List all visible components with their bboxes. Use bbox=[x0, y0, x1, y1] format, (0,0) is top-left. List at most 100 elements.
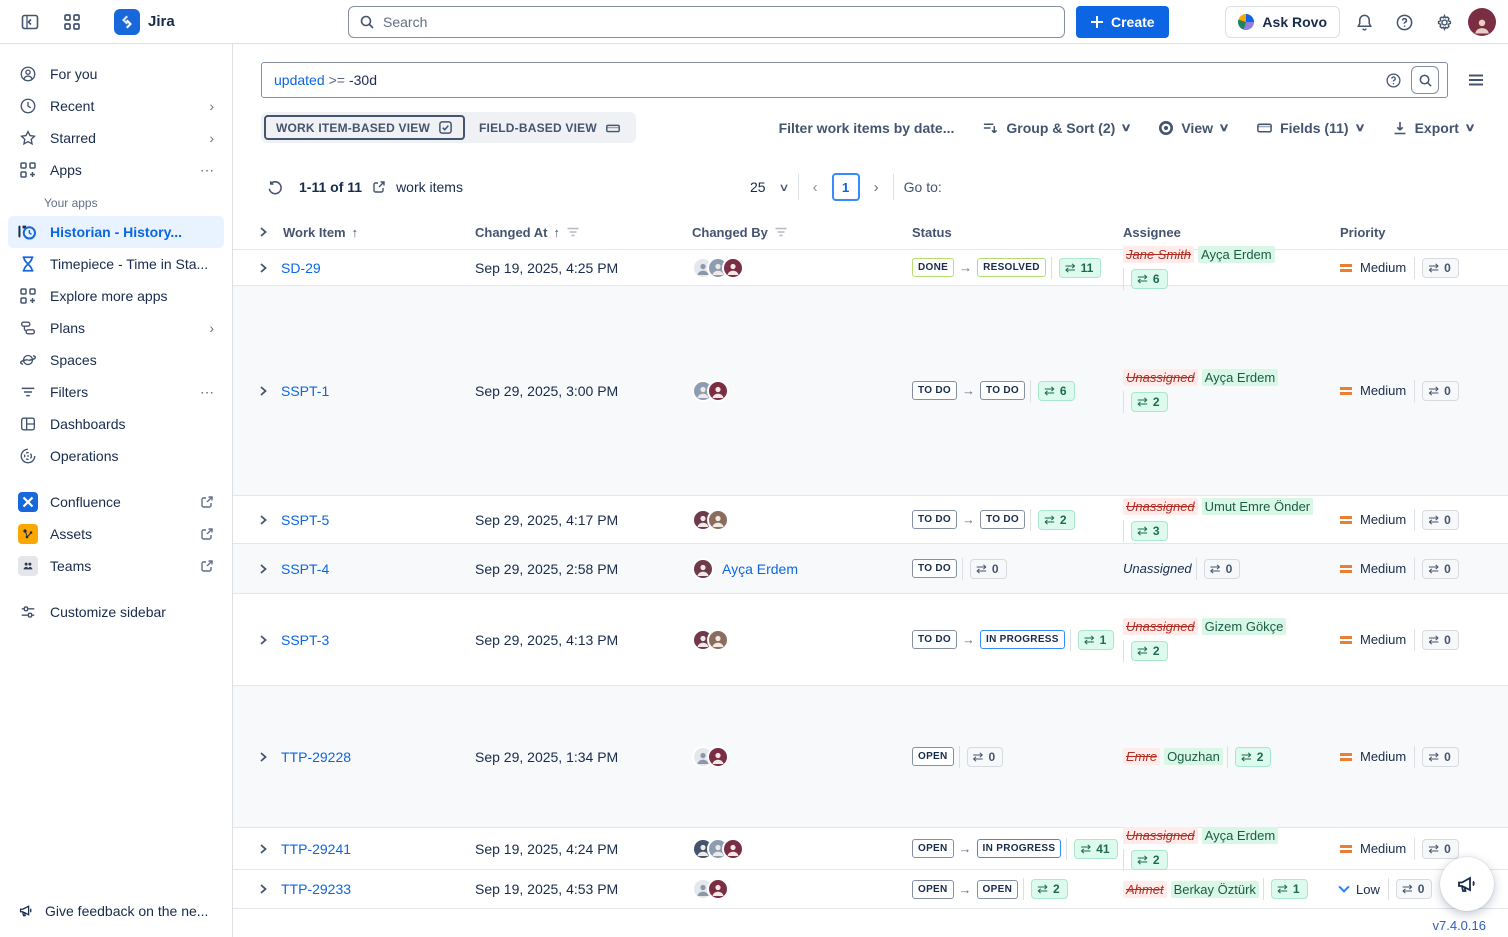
create-button[interactable]: Create bbox=[1076, 6, 1169, 38]
avatar[interactable] bbox=[722, 257, 744, 279]
jira-logo[interactable]: Jira bbox=[114, 9, 175, 35]
status-arrow-icon: → bbox=[962, 383, 975, 398]
assignee-change-count-badge: ⇄6 bbox=[1131, 269, 1168, 289]
work-item-link[interactable]: TTP-29233 bbox=[281, 881, 351, 897]
avatar[interactable] bbox=[707, 629, 729, 651]
group-sort-button[interactable]: Group & Sort (2)∨ bbox=[982, 120, 1130, 136]
query-help-icon[interactable] bbox=[1379, 66, 1407, 94]
more-dots-icon[interactable]: ⋯ bbox=[200, 384, 214, 401]
sidebar-item-apps[interactable]: Apps ⋯ bbox=[8, 154, 224, 186]
work-item-link[interactable]: TTP-29241 bbox=[281, 841, 351, 857]
sidebar-item-plans[interactable]: Plans › bbox=[8, 312, 224, 344]
table-row[interactable]: TTP-29233 Sep 19, 2025, 4:53 PM OPEN → O… bbox=[233, 869, 1508, 909]
sidebar-item-timepiece[interactable]: Timepiece - Time in Sta... bbox=[8, 248, 224, 280]
changed-by-name-link[interactable]: Ayça Erdem bbox=[722, 561, 798, 577]
sort-asc-icon[interactable]: ↑ bbox=[553, 225, 560, 240]
sidebar-item-starred[interactable]: Starred › bbox=[8, 122, 224, 154]
collapse-sidebar-icon[interactable] bbox=[14, 6, 46, 38]
work-item-link[interactable]: SSPT-3 bbox=[281, 632, 329, 648]
table-row[interactable]: SSPT-3 Sep 29, 2025, 4:13 PM TO DO → IN … bbox=[233, 593, 1508, 685]
column-header-priority[interactable]: Priority bbox=[1340, 225, 1386, 240]
column-header-status[interactable]: Status bbox=[912, 225, 952, 240]
swap-arrows-icon: ⇄ bbox=[1241, 749, 1252, 765]
sidebar-item-for-you[interactable]: For you bbox=[8, 58, 224, 90]
table-row[interactable]: TTP-29228 Sep 29, 2025, 1:34 PM OPEN ⇄0 … bbox=[233, 685, 1508, 827]
work-item-link[interactable]: SSPT-1 bbox=[281, 383, 329, 399]
row-expand-chevron[interactable] bbox=[257, 883, 269, 895]
help-icon[interactable] bbox=[1388, 6, 1420, 38]
sidebar-item-operations[interactable]: Operations bbox=[8, 440, 224, 472]
column-filter-icon[interactable] bbox=[566, 226, 580, 238]
export-button[interactable]: Export∨ bbox=[1392, 120, 1474, 136]
user-avatar[interactable] bbox=[1468, 8, 1496, 36]
page-size-select[interactable]: 25∨ bbox=[750, 179, 788, 195]
sidebar-item-explore-apps[interactable]: Explore more apps bbox=[8, 280, 224, 312]
refresh-icon[interactable] bbox=[261, 173, 289, 201]
changed-at-value: Sep 19, 2025, 4:25 PM bbox=[475, 260, 618, 276]
status-change-count-badge: ⇄6 bbox=[1038, 381, 1075, 401]
table-row[interactable]: TTP-29241 Sep 19, 2025, 4:24 PM OPEN → I… bbox=[233, 827, 1508, 869]
swap-arrows-icon: ⇄ bbox=[1277, 881, 1288, 897]
previous-page-chevron[interactable]: ‹ bbox=[809, 179, 822, 196]
sidebar-item-spaces[interactable]: Spaces bbox=[8, 344, 224, 376]
work-item-link[interactable]: SSPT-4 bbox=[281, 561, 329, 577]
table-row[interactable]: SSPT-1 Sep 29, 2025, 3:00 PM TO DO → TO … bbox=[233, 285, 1508, 495]
sidebar-item-confluence[interactable]: Confluence bbox=[8, 486, 224, 518]
sidebar-item-teams[interactable]: Teams bbox=[8, 550, 224, 582]
search-input[interactable] bbox=[383, 14, 1054, 30]
column-header-changed-at[interactable]: Changed At bbox=[475, 225, 547, 240]
sort-asc-icon[interactable]: ↑ bbox=[352, 225, 359, 240]
avatar[interactable] bbox=[692, 558, 714, 580]
row-expand-chevron[interactable] bbox=[257, 514, 269, 526]
expand-all-chevron[interactable] bbox=[257, 226, 269, 238]
table-row[interactable]: SSPT-5 Sep 29, 2025, 4:17 PM TO DO → TO … bbox=[233, 495, 1508, 543]
tab-work-item-based-view[interactable]: WORK ITEM-BASED VIEW bbox=[264, 115, 465, 140]
column-filter-icon[interactable] bbox=[774, 226, 788, 238]
give-feedback-link[interactable]: Give feedback on the ne... bbox=[8, 894, 224, 927]
column-header-work-item[interactable]: Work Item bbox=[283, 225, 346, 240]
avatar[interactable] bbox=[707, 380, 729, 402]
global-search[interactable] bbox=[348, 6, 1065, 38]
column-header-assignee[interactable]: Assignee bbox=[1123, 225, 1181, 240]
open-in-new-icon[interactable] bbox=[372, 180, 386, 194]
feedback-fab-megaphone-icon[interactable] bbox=[1440, 857, 1494, 911]
jira-logo-icon bbox=[114, 9, 140, 35]
app-switcher-icon[interactable] bbox=[56, 6, 88, 38]
row-expand-chevron[interactable] bbox=[257, 385, 269, 397]
work-item-link[interactable]: TTP-29228 bbox=[281, 749, 351, 765]
sidebar-item-recent[interactable]: Recent › bbox=[8, 90, 224, 122]
sidebar-item-dashboards[interactable]: Dashboards bbox=[8, 408, 224, 440]
status-from-lozenge: TO DO bbox=[912, 510, 957, 529]
column-header-changed-by[interactable]: Changed By bbox=[692, 225, 768, 240]
next-page-chevron[interactable]: › bbox=[870, 179, 883, 196]
notifications-bell-icon[interactable] bbox=[1348, 6, 1380, 38]
work-item-link[interactable]: SD-29 bbox=[281, 260, 321, 276]
fields-button[interactable]: Fields (11)∨ bbox=[1256, 120, 1364, 136]
current-page-button[interactable]: 1 bbox=[832, 173, 860, 201]
avatar[interactable] bbox=[707, 746, 729, 768]
table-row[interactable]: SD-29 Sep 19, 2025, 4:25 PM DONE → RESOL… bbox=[233, 249, 1508, 285]
tab-field-based-view[interactable]: FIELD-BASED VIEW bbox=[467, 116, 633, 140]
row-expand-chevron[interactable] bbox=[257, 634, 269, 646]
settings-gear-icon[interactable] bbox=[1428, 6, 1460, 38]
row-expand-chevron[interactable] bbox=[257, 262, 269, 274]
sidebar-item-historian[interactable]: Historian - History... bbox=[8, 216, 224, 248]
row-expand-chevron[interactable] bbox=[257, 843, 269, 855]
work-item-link[interactable]: SSPT-5 bbox=[281, 512, 329, 528]
more-dots-icon[interactable]: ⋯ bbox=[200, 162, 214, 179]
ask-rovo-button[interactable]: Ask Rovo bbox=[1225, 6, 1340, 38]
sidebar-item-assets[interactable]: Assets bbox=[8, 518, 224, 550]
sidebar-item-customize[interactable]: Customize sidebar bbox=[8, 596, 224, 628]
avatar[interactable] bbox=[707, 878, 729, 900]
jql-query-input[interactable]: updated >= -30d bbox=[261, 62, 1448, 98]
menu-hamburger-icon[interactable] bbox=[1466, 70, 1486, 90]
filter-by-date-button[interactable]: Filter work items by date... bbox=[779, 120, 955, 136]
table-row[interactable]: SSPT-4 Sep 29, 2025, 2:58 PM Ayça Erdem … bbox=[233, 543, 1508, 593]
sidebar-item-filters[interactable]: Filters ⋯ bbox=[8, 376, 224, 408]
row-expand-chevron[interactable] bbox=[257, 563, 269, 575]
row-expand-chevron[interactable] bbox=[257, 751, 269, 763]
view-button[interactable]: View∨ bbox=[1158, 120, 1228, 136]
avatar[interactable] bbox=[722, 838, 744, 860]
avatar[interactable] bbox=[707, 509, 729, 531]
run-query-search-icon[interactable] bbox=[1411, 66, 1439, 94]
